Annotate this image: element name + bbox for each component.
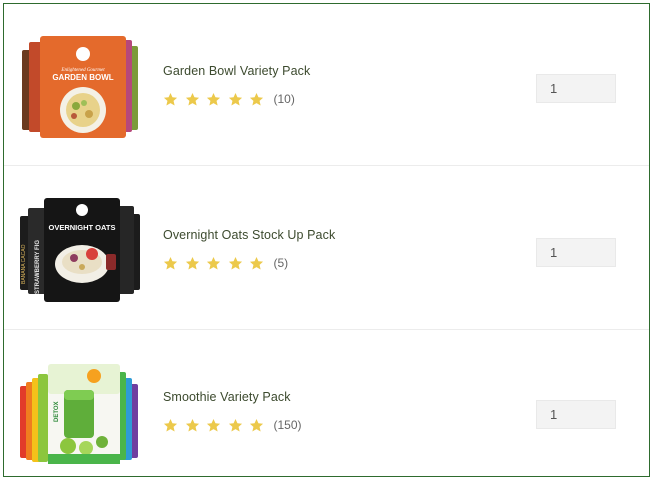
star-icon <box>185 92 199 105</box>
star-icon <box>185 256 199 269</box>
product-name[interactable]: Garden Bowl Variety Pack <box>163 64 310 78</box>
pouch-side-text: BANANA CACAO <box>21 244 27 284</box>
rating: (10) <box>163 90 295 108</box>
product-image-garden-bowl[interactable]: Enlightened Gourmet GARDEN BOWL <box>18 30 148 142</box>
pouch-label: DETOX <box>54 401 60 422</box>
rating: (5) <box>163 254 288 272</box>
pouch-label: OVERNIGHT OATS <box>49 223 116 232</box>
quantity-input[interactable] <box>536 238 616 267</box>
star-icon <box>206 418 221 431</box>
star-icon <box>163 92 178 105</box>
star-icon <box>163 418 178 431</box>
quantity-input[interactable] <box>536 400 616 429</box>
product-image-overnight-oats[interactable]: BANANA CACAO STRAWBERRY FIG OVERNIGHT OA… <box>18 194 148 306</box>
product-name[interactable]: Overnight Oats Stock Up Pack <box>163 228 335 242</box>
rating: (150) <box>163 416 302 434</box>
review-count[interactable]: (10) <box>274 92 295 106</box>
star-icon <box>228 92 242 105</box>
product-name[interactable]: Smoothie Variety Pack <box>163 390 291 404</box>
list-item: DETOX Smoothie Variety Pack (150) <box>4 330 649 492</box>
pouch-side-text: STRAWBERRY FIG <box>35 240 41 294</box>
star-icon <box>185 418 199 431</box>
star-icon <box>228 418 242 431</box>
quantity-input[interactable] <box>536 74 616 103</box>
star-icon <box>249 92 264 105</box>
product-image-smoothie[interactable]: DETOX <box>18 356 148 468</box>
list-item: BANANA CACAO STRAWBERRY FIG OVERNIGHT OA… <box>4 168 649 330</box>
review-count[interactable]: (150) <box>274 418 302 432</box>
star-icon <box>249 256 264 269</box>
star-icon <box>163 256 178 269</box>
star-icon <box>206 256 221 269</box>
star-icon <box>228 256 242 269</box>
star-icon <box>206 92 221 105</box>
review-count[interactable]: (5) <box>274 256 289 270</box>
pouch-label: GARDEN BOWL <box>52 73 113 82</box>
list-item: Enlightened Gourmet GARDEN BOWL Garden B… <box>4 4 649 166</box>
star-icon <box>249 418 264 431</box>
cart-list: Enlightened Gourmet GARDEN BOWL Garden B… <box>3 3 650 477</box>
